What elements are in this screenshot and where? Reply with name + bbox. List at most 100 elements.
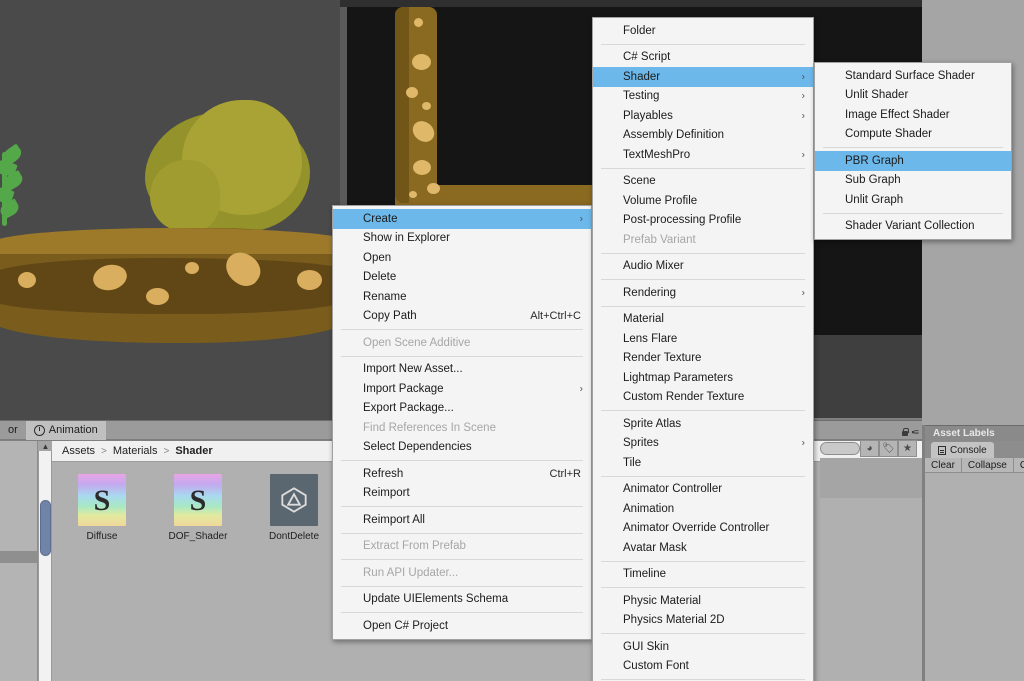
menu-item-label: Open Scene Additive [363,336,471,349]
menu-item-folder[interactable]: Folder [593,21,813,41]
favorite-star-button[interactable]: ★ [898,440,917,457]
menu-item-copy-path[interactable]: Copy Path Alt+Ctrl+C [333,307,591,327]
menu-item-image-effect-shader[interactable]: Image Effect Shader [815,105,1011,125]
ground-top-layer [0,228,340,254]
menu-item-label: Copy Path [363,310,417,323]
menu-item-label: PBR Graph [845,154,904,167]
menu-item-lightmap-parameters[interactable]: Lightmap Parameters [593,368,813,388]
menu-item-refresh[interactable]: Refresh Ctrl+R [333,464,591,484]
menu-item-show-in-explorer[interactable]: Show in Explorer [333,229,591,249]
menu-item-reimport[interactable]: Reimport [333,484,591,504]
menu-item-export-package[interactable]: Export Package... [333,399,591,419]
menu-item-playables[interactable]: Playables › [593,106,813,126]
menu-item-label: Image Effect Shader [845,108,950,121]
list-item[interactable]: S DOF_Shader [162,474,234,542]
breadcrumb-current[interactable]: Shader [175,445,212,457]
menu-item-reimport-all[interactable]: Reimport All [333,510,591,530]
chevron-right-icon: > [101,445,107,457]
menu-item-rendering[interactable]: Rendering › [593,283,813,303]
menu-item-label: Lightmap Parameters [623,371,733,384]
menu-item-custom-render-texture[interactable]: Custom Render Texture [593,388,813,408]
collapse-button[interactable]: Collapse [962,457,1014,473]
menu-item-testing[interactable]: Testing › [593,87,813,107]
breadcrumb-materials[interactable]: Materials [113,445,158,457]
menu-item-textmeshpro[interactable]: TextMeshPro › [593,145,813,165]
menu-item-compute-shader[interactable]: Compute Shader [815,125,1011,145]
ground-pebble [185,262,199,274]
menu-item-volume-profile[interactable]: Volume Profile [593,191,813,211]
tab-inspector-label: or [8,424,18,436]
menu-item-sprites[interactable]: Sprites › [593,434,813,454]
menu-item-material[interactable]: Material [593,310,813,330]
menu-item-avatar-mask[interactable]: Avatar Mask [593,538,813,558]
create-submenu[interactable]: Folder C# Script Shader › Testing › Playables ›… [592,17,814,681]
menu-item-animator-controller[interactable]: Animator Controller [593,480,813,500]
breadcrumb-assets[interactable]: Assets [62,445,95,457]
scroll-up-icon[interactable]: ▲ [40,441,51,453]
menu-item-physics-material-2d[interactable]: Physics Material 2D [593,611,813,631]
tab-animation[interactable]: Animation [25,420,106,440]
menu-item-unlit-shader[interactable]: Unlit Shader [815,86,1011,106]
menu-item-import-package[interactable]: Import Package › [333,379,591,399]
clear-button[interactable]: Clear [925,457,962,473]
menu-item-unlit-graph[interactable]: Unlit Graph [815,190,1011,210]
chevron-right-icon: › [579,213,583,225]
menu-item-select-dependencies[interactable]: Select Dependencies [333,438,591,458]
menu-item-shader[interactable]: Shader › [593,67,813,87]
menu-item-sprite-atlas[interactable]: Sprite Atlas [593,414,813,434]
project-tree-column[interactable] [0,441,38,681]
project-scrollbar-thumb[interactable] [40,500,51,556]
menu-item-rename[interactable]: Rename [333,287,591,307]
menu-item-c-script[interactable]: C# Script [593,48,813,68]
menu-item-tile[interactable]: Tile [593,453,813,473]
menu-item-audio-mixer[interactable]: Audio Mixer [593,257,813,277]
menu-item-shader-variant-collection[interactable]: Shader Variant Collection [815,217,1011,237]
label-tag-button[interactable]: 🏷 [879,440,898,457]
menu-item-pbr-graph[interactable]: PBR Graph [815,151,1011,171]
menu-item-open[interactable]: Open [333,248,591,268]
menu-item-label: Animator Controller [623,483,723,496]
menu-item-update-uielements-schema[interactable]: Update UIElements Schema [333,590,591,610]
menu-item-create[interactable]: Create › [333,209,591,229]
menu-item-sub-graph[interactable]: Sub Graph [815,171,1011,191]
menu-item-post-processing-profile[interactable]: Post-processing Profile [593,211,813,231]
ground-dark-layer [0,258,340,314]
menu-item-assembly-definition[interactable]: Assembly Definition [593,126,813,146]
menu-item-lens-flare[interactable]: Lens Flare [593,329,813,349]
tab-inspector[interactable]: or [0,421,26,440]
search-input[interactable] [820,442,860,455]
menu-item-find-references-in-scene: Find References In Scene [333,418,591,438]
kebab-menu-icon[interactable]: ▪≡ [912,427,920,437]
menu-item-label: Sprites [623,437,659,450]
list-item[interactable]: S Diffuse [66,474,138,542]
menu-item-standard-surface-shader[interactable]: Standard Surface Shader [815,66,1011,86]
chevron-right-icon: › [801,71,805,83]
lock-icon[interactable] [901,427,909,437]
menu-item-animation[interactable]: Animation [593,499,813,519]
list-item[interactable]: DontDelete [258,474,330,542]
menu-item-open-c-project[interactable]: Open C# Project [333,616,591,636]
menu-item-label: Standard Surface Shader [845,69,975,82]
menu-item-custom-font[interactable]: Custom Font [593,657,813,677]
menu-item-animator-override-controller[interactable]: Animator Override Controller [593,519,813,539]
menu-item-scene[interactable]: Scene [593,172,813,192]
menu-item-label: Create [363,212,398,225]
menu-item-timeline[interactable]: Timeline [593,565,813,585]
shader-submenu[interactable]: Standard Surface Shader Unlit Shader Image… [814,62,1012,240]
menu-item-label: Select Dependencies [363,441,472,454]
menu-item-render-texture[interactable]: Render Texture [593,349,813,369]
asset-labels-header: Asset Labels [925,425,1024,441]
menu-item-label: Animator Override Controller [623,522,770,535]
menu-item-gui-skin[interactable]: GUI Skin [593,637,813,657]
menu-item-physic-material[interactable]: Physic Material [593,591,813,611]
project-tree-selected-row[interactable] [0,551,38,563]
clear-on-play-button[interactable]: C [1014,458,1024,473]
project-scrollbar-track[interactable] [38,451,52,681]
menu-item-import-new-asset[interactable]: Import New Asset... [333,360,591,380]
menu-separator [823,147,1003,148]
scene-view-left[interactable] [0,0,340,420]
menu-item-delete[interactable]: Delete [333,268,591,288]
asset-context-menu[interactable]: Create › Show in Explorer Open Delete Rename C… [332,205,592,640]
tab-console[interactable]: Console [931,442,994,458]
asset-bundle-button[interactable]: ◕ [860,440,879,457]
